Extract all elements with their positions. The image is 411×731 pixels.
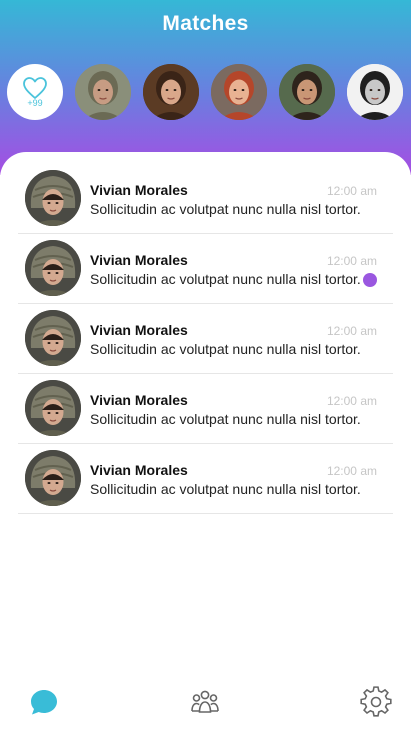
- bottom-tab-bar: [0, 680, 411, 731]
- avatar-photo: [279, 64, 335, 120]
- avatar-photo: [143, 64, 199, 120]
- people-group-icon: [191, 690, 219, 713]
- match-avatar-1[interactable]: [75, 64, 131, 120]
- message-time: 12:00 am: [326, 254, 377, 268]
- conversation-row[interactable]: Vivian Morales 12:00 am Sollicitudin ac vo…: [18, 374, 393, 444]
- contact-name: Vivian Morales: [90, 252, 188, 268]
- message-preview: Sollicitudin ac volutpat nunc nulla nisl…: [90, 341, 361, 357]
- avatar: [25, 170, 81, 226]
- avatar: [25, 380, 81, 436]
- message-time: 12:00 am: [326, 394, 377, 408]
- conversation-list: Vivian Morales 12:00 am Sollicitudin ac vo…: [18, 164, 393, 514]
- avatar-photo: [347, 64, 403, 120]
- message-preview: Sollicitudin ac volutpat nunc nulla nisl…: [90, 481, 361, 497]
- message-preview: Sollicitudin ac volutpat nunc nulla nisl…: [90, 271, 361, 287]
- chat-bubble-icon: [31, 690, 57, 715]
- heart-icon: [23, 77, 47, 99]
- message-time: 12:00 am: [326, 324, 377, 338]
- contact-name: Vivian Morales: [90, 462, 188, 478]
- contact-name: Vivian Morales: [90, 392, 188, 408]
- match-avatar-2[interactable]: [143, 64, 199, 120]
- matches-carousel[interactable]: +99: [7, 64, 411, 120]
- page-title: Matches: [162, 12, 249, 35]
- message-time: 12:00 am: [326, 184, 377, 198]
- conversation-row[interactable]: Vivian Morales 12:00 am Sollicitudin ac vo…: [18, 304, 393, 374]
- tab-people[interactable]: [189, 686, 221, 718]
- gear-icon: [360, 686, 392, 717]
- avatar: [25, 450, 81, 506]
- conversation-row[interactable]: Vivian Morales 12:00 am Sollicitudin ac vo…: [18, 234, 393, 304]
- likes-bubble[interactable]: +99: [7, 64, 63, 120]
- match-avatar-3[interactable]: [211, 64, 267, 120]
- avatar-photo: [75, 64, 131, 120]
- avatar: [25, 310, 81, 366]
- match-avatar-5[interactable]: [347, 64, 403, 120]
- message-time: 12:00 am: [326, 464, 377, 478]
- likes-count: +99: [27, 98, 43, 108]
- contact-name: Vivian Morales: [90, 182, 188, 198]
- conversation-row[interactable]: Vivian Morales 12:00 am Sollicitudin ac vo…: [18, 164, 393, 234]
- unread-indicator: [363, 273, 377, 287]
- tab-settings[interactable]: [360, 686, 392, 718]
- message-preview: Sollicitudin ac volutpat nunc nulla nisl…: [90, 411, 361, 427]
- avatar-photo: [211, 64, 267, 120]
- avatar: [25, 240, 81, 296]
- contact-name: Vivian Morales: [90, 322, 188, 338]
- message-preview: Sollicitudin ac volutpat nunc nulla nisl…: [90, 201, 361, 217]
- tab-chats[interactable]: [28, 686, 60, 718]
- matches-header: Matches +99: [0, 0, 411, 175]
- conversation-row[interactable]: Vivian Morales 12:00 am Sollicitudin ac vo…: [18, 444, 393, 514]
- match-avatar-4[interactable]: [279, 64, 335, 120]
